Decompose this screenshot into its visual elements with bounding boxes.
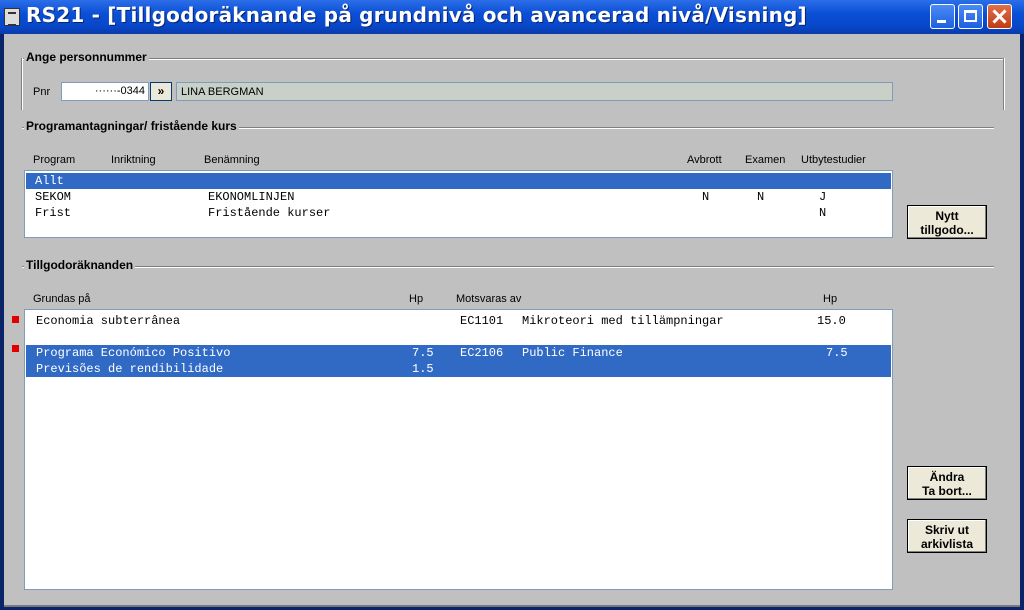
- print-label-1: Skriv ut: [924, 523, 969, 537]
- program-row[interactable]: SEKOM EKONOMLINJEN N N J: [26, 189, 891, 205]
- section-divider: [22, 266, 994, 268]
- edit-label-2: Ta bort...: [922, 484, 972, 498]
- application-window: RS21 - [Tillgodoräknande på grundnivå oc…: [0, 0, 1024, 610]
- print-archive-button[interactable]: Skriv ut arkivlista: [907, 519, 987, 553]
- edit-label-1: Ändra: [929, 470, 965, 484]
- col-header-motsvaras: Motsvaras av: [456, 293, 522, 305]
- col-header-hp2: Hp: [823, 293, 838, 305]
- window-title: RS21 - [Tillgodoräknande på grundnivå oc…: [26, 3, 807, 27]
- new-credit-button[interactable]: Nytt tillgodo...: [907, 205, 987, 239]
- hp2-cell: 7.5: [826, 346, 848, 360]
- course-cell: Mikroteori med tillämpningar: [522, 314, 724, 328]
- program-row[interactable]: Frist Fristående kurser N: [26, 205, 891, 221]
- col-header-avbrott: Avbrott: [687, 154, 722, 166]
- col-header-hp: Hp: [409, 293, 424, 305]
- utbyte-cell: J: [819, 190, 827, 204]
- maximize-button[interactable]: [958, 4, 983, 29]
- program-section-title: Programantagningar/ fristående kurs: [24, 119, 239, 133]
- pnr-input[interactable]: ······-0344: [61, 82, 149, 101]
- course-cell: Public Finance: [522, 346, 623, 360]
- pnr-label: Pnr: [33, 86, 51, 98]
- col-header-utbytestudier: Utbytestudier: [801, 154, 866, 166]
- program-row[interactable]: Allt: [26, 173, 891, 189]
- col-header-grundas: Grundas på: [33, 293, 91, 305]
- col-header-benamning: Benämning: [204, 154, 260, 166]
- grundas-cell: Previsões de rendibilidade: [36, 362, 224, 376]
- program-list[interactable]: Allt SEKOM EKONOMLINJEN N N J Frist Fris…: [24, 170, 893, 238]
- person-section-title: Ange personnummer: [24, 50, 149, 64]
- row-marker: [12, 345, 19, 352]
- avbrott-cell: N: [702, 190, 710, 204]
- row-marker: [12, 316, 19, 323]
- credit-row[interactable]: Previsões de rendibilidade 1.5: [26, 361, 891, 377]
- new-credit-label-2: tillgodo...: [920, 223, 974, 237]
- edit-delete-button[interactable]: Ändra Ta bort...: [907, 466, 987, 500]
- benamning-cell: Fristående kurser: [208, 206, 331, 220]
- minimize-button[interactable]: [930, 4, 955, 29]
- groupbox-edge: [21, 58, 23, 110]
- hp2-cell: 15.0: [817, 314, 846, 328]
- grundas-cell: Economia subterrânea: [36, 314, 181, 328]
- section-divider: [22, 58, 1004, 60]
- lookup-button[interactable]: »: [150, 82, 172, 101]
- new-credit-label-1: Nytt: [935, 209, 959, 223]
- code-cell: EC1101: [460, 314, 504, 328]
- credit-row[interactable]: Programa Económico Positivo 7.5 EC2106 P…: [26, 345, 891, 361]
- title-bar[interactable]: RS21 - [Tillgodoräknande på grundnivå oc…: [0, 0, 1024, 34]
- app-icon[interactable]: [4, 8, 20, 26]
- credit-section-title: Tillgodoräknanden: [24, 258, 136, 272]
- print-label-2: arkivlista: [920, 537, 974, 551]
- program-cell: Frist: [35, 206, 72, 220]
- grundas-cell: Programa Económico Positivo: [36, 346, 231, 360]
- col-header-program: Program: [33, 154, 76, 166]
- program-cell: Allt: [35, 174, 64, 188]
- close-button[interactable]: [987, 4, 1012, 29]
- col-header-inriktning: Inriktning: [111, 154, 156, 166]
- person-name-field: LINA BERGMAN: [176, 82, 893, 101]
- program-cell: SEKOM: [35, 190, 72, 204]
- utbyte-cell: N: [819, 206, 827, 220]
- code-cell: EC2106: [460, 346, 504, 360]
- benamning-cell: EKONOMLINJEN: [208, 190, 295, 204]
- window-bottom-edge: [4, 605, 1020, 607]
- groupbox-edge: [1003, 58, 1005, 110]
- col-header-examen: Examen: [745, 154, 786, 166]
- hp-cell: 1.5: [412, 362, 434, 376]
- hp-cell: 7.5: [412, 346, 434, 360]
- credit-row[interactable]: Economia subterrânea EC1101 Mikroteori m…: [26, 313, 891, 329]
- credit-list[interactable]: Economia subterrânea EC1101 Mikroteori m…: [24, 309, 893, 590]
- examen-cell: N: [757, 190, 765, 204]
